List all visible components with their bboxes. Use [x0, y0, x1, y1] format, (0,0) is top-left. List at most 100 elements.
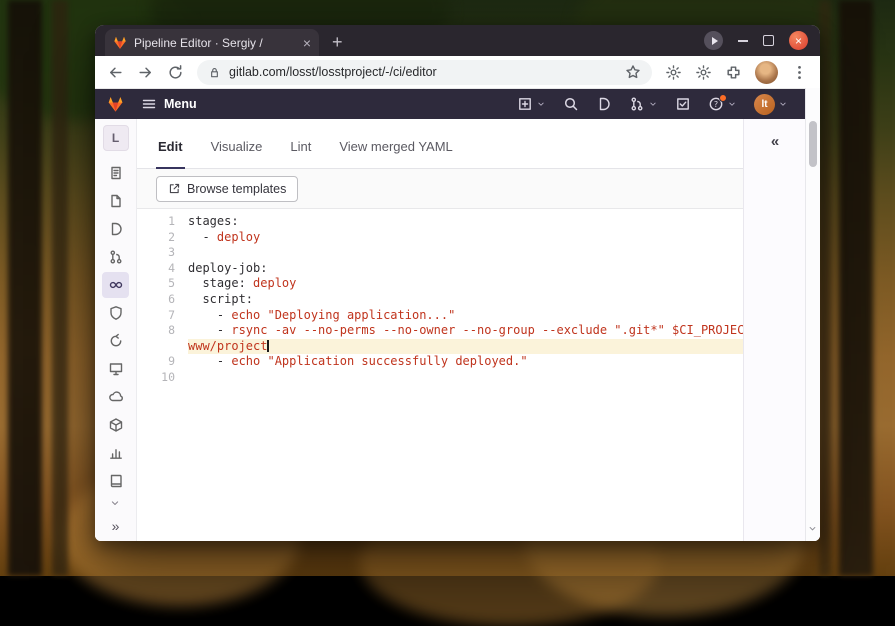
tab-visualize[interactable]: Visualize	[209, 139, 265, 168]
minimize-icon	[738, 40, 748, 42]
browser-titlebar[interactable]: Pipeline Editor · Sergiy / × + ×	[95, 25, 820, 56]
code-line[interactable]: 5 stage: deploy	[137, 276, 743, 292]
packages-registries-icon	[108, 417, 124, 433]
plus-icon	[517, 96, 533, 112]
profile-avatar[interactable]	[755, 61, 778, 84]
menu-button[interactable]: Menu	[135, 95, 203, 113]
tab-view-merged-yaml[interactable]: View merged YAML	[337, 139, 454, 168]
line-number: 6	[137, 292, 188, 308]
tree-trunk	[839, 0, 873, 576]
editor-toolbar: Browse templates	[137, 169, 743, 209]
chevron-down-icon	[648, 99, 658, 109]
code-line[interactable]: 3	[137, 245, 743, 261]
sidebar-item-ci-cd[interactable]	[102, 272, 129, 298]
tab-edit[interactable]: Edit	[156, 139, 185, 168]
desktop-background: Pipeline Editor · Sergiy / × + × gitlab.…	[0, 0, 895, 576]
reload-button[interactable]	[167, 64, 184, 81]
extensions-puzzle-icon[interactable]	[725, 64, 742, 81]
code-editor[interactable]: 1stages:2 - deploy34deploy-job:5 stage: …	[137, 209, 743, 541]
sidebar-item-analytics[interactable]	[102, 440, 129, 466]
new-tab-button[interactable]: +	[332, 33, 343, 51]
user-avatar: lt	[754, 94, 775, 115]
issues-icon	[108, 221, 124, 237]
window-controls: ×	[704, 25, 808, 56]
tab-close-icon[interactable]: ×	[303, 36, 311, 50]
play-icon	[712, 37, 718, 45]
repository-icon	[108, 193, 124, 209]
code-line[interactable]: 4deploy-job:	[137, 261, 743, 277]
sidebar-bottom: »	[106, 497, 126, 541]
sidebar-item-deployments[interactable]	[102, 328, 129, 354]
code-line[interactable]: 1stages:	[137, 214, 743, 230]
sidebar-item-security-compliance[interactable]	[102, 300, 129, 326]
chevron-down-icon	[778, 99, 788, 109]
sidebar-item-repository[interactable]	[102, 188, 129, 214]
security-compliance-icon	[108, 305, 124, 321]
browse-templates-button[interactable]: Browse templates	[156, 176, 298, 202]
maximize-button[interactable]	[763, 35, 774, 46]
line-number: 9	[137, 354, 188, 370]
user-dropdown[interactable]: lt	[754, 94, 788, 115]
sidebar-item-project-information[interactable]	[102, 160, 129, 186]
line-number: 5	[137, 276, 188, 292]
pipeline-editor: Edit Visualize Lint View merged YAML Browse…	[137, 119, 743, 541]
external-link-icon	[168, 182, 181, 195]
analytics-icon	[108, 445, 124, 461]
issues-icon[interactable]	[596, 96, 612, 112]
todos-icon[interactable]	[675, 96, 691, 112]
project-avatar[interactable]: L	[103, 125, 129, 151]
extension-icon-1[interactable]	[665, 64, 682, 81]
maximize-icon	[763, 35, 774, 46]
browser-window: Pipeline Editor · Sergiy / × + × gitlab.…	[95, 25, 820, 541]
line-number: 7	[137, 308, 188, 324]
close-button[interactable]: ×	[789, 31, 808, 50]
back-button[interactable]	[107, 64, 124, 81]
bookmark-star-icon[interactable]	[625, 64, 641, 80]
tab-title: Pipeline Editor · Sergiy /	[134, 36, 296, 50]
browser-menu-icon[interactable]	[791, 64, 808, 81]
extension-icon-2[interactable]	[695, 64, 712, 81]
help-dropdown[interactable]: ?	[708, 96, 737, 112]
code-line[interactable]: 6 script:	[137, 292, 743, 308]
line-number: 1	[137, 214, 188, 230]
scrollbar-thumb[interactable]	[809, 121, 817, 167]
minimize-button[interactable]	[738, 40, 748, 42]
page-scrollbar[interactable]	[805, 88, 820, 541]
forward-button[interactable]	[137, 64, 154, 81]
sidebar-item-wiki[interactable]	[102, 468, 129, 494]
sidebar-more-icon[interactable]	[109, 497, 121, 509]
url-bar[interactable]: gitlab.com/losst/losstproject/-/ci/edito…	[197, 60, 652, 85]
gitlab-navbar: Menu ? lt	[95, 89, 820, 119]
code-line[interactable]: www/project	[137, 339, 743, 355]
search-icon[interactable]	[563, 96, 579, 112]
sidebar-item-monitor[interactable]	[102, 356, 129, 382]
svg-text:?: ?	[714, 100, 718, 109]
pipeline-editor-tabs: Edit Visualize Lint View merged YAML	[137, 119, 743, 169]
collapse-drawer-button[interactable]: «	[761, 128, 789, 154]
code-line[interactable]: 2 - deploy	[137, 230, 743, 246]
browser-tab[interactable]: Pipeline Editor · Sergiy / ×	[105, 29, 319, 56]
monitor-icon	[108, 361, 124, 377]
code-line[interactable]: 8 - rsync -av --no-perms --no-owner --no…	[137, 323, 743, 339]
line-number: 4	[137, 261, 188, 277]
merge-requests-dropdown[interactable]	[629, 96, 658, 112]
expand-sidebar-button[interactable]: »	[106, 518, 126, 534]
hamburger-icon	[141, 96, 157, 112]
new-dropdown[interactable]	[517, 96, 546, 112]
tree-trunk	[8, 0, 42, 576]
notification-dot	[719, 94, 727, 102]
tab-lint[interactable]: Lint	[288, 139, 313, 168]
gitlab-logo-icon[interactable]	[107, 96, 124, 113]
sidebar-item-issues[interactable]	[102, 216, 129, 242]
url-text[interactable]: gitlab.com/losst/losstproject/-/ci/edito…	[229, 65, 617, 79]
code-line[interactable]: 7 - echo "Deploying application..."	[137, 308, 743, 324]
sidebar-item-merge-requests[interactable]	[102, 244, 129, 270]
line-number	[137, 339, 188, 355]
code-line[interactable]: 9 - echo "Application successfully deplo…	[137, 354, 743, 370]
scroll-down-icon[interactable]	[807, 523, 818, 534]
code-line[interactable]: 10	[137, 370, 743, 386]
chevron-down-icon	[536, 99, 546, 109]
sidebar-item-packages-registries[interactable]	[102, 412, 129, 438]
sidebar-item-infrastructure[interactable]	[102, 384, 129, 410]
media-control-button[interactable]	[704, 31, 723, 50]
